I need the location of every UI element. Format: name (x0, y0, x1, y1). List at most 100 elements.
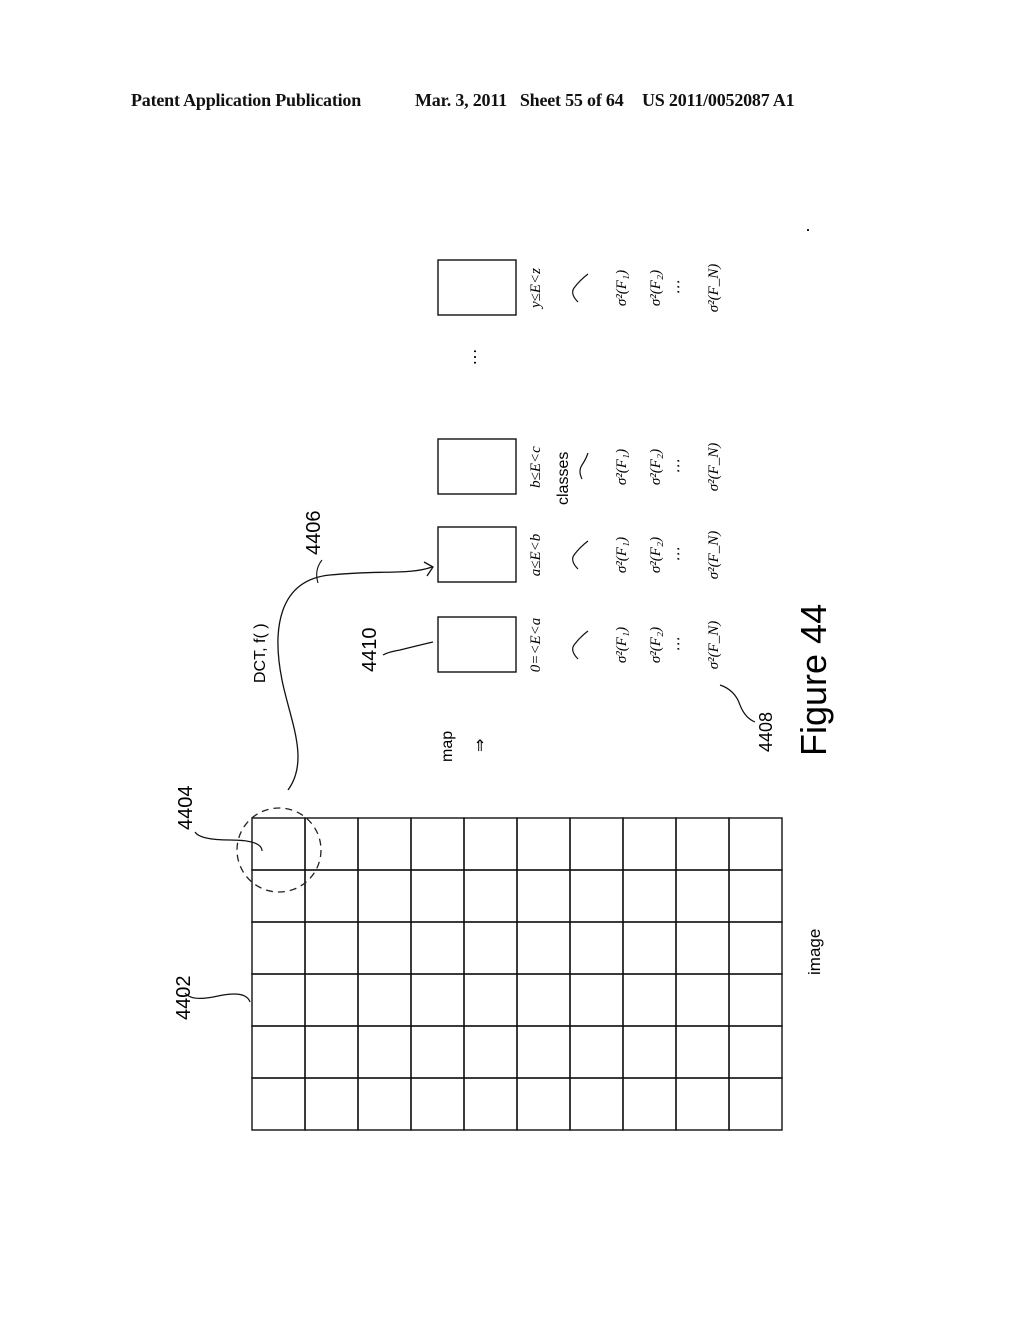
variance-item: σ²(F₁) (614, 270, 630, 306)
class-box (437, 438, 517, 495)
grid-block (357, 1077, 412, 1131)
grid-block (357, 817, 412, 871)
grid-block (675, 973, 730, 1027)
grid-block (728, 921, 783, 975)
class-range: 0=<E<a (528, 618, 544, 673)
variance-ellipsis: ⋯ (671, 281, 687, 296)
grid-block (410, 1025, 465, 1079)
figure-44-diagram: 4404 4402 image 4406 DCT, f( ) map ⇒ 441… (173, 229, 834, 1131)
grid-block (622, 869, 677, 923)
class-leader (572, 540, 589, 570)
class-leader (579, 452, 589, 480)
class-group: y≤E<z σ²(F₁) σ²(F₂) ⋯ σ²(F_N) (437, 259, 722, 316)
grid-block (410, 869, 465, 923)
grid-block (410, 921, 465, 975)
grid-block (516, 1077, 571, 1131)
grid-block (516, 1025, 571, 1079)
figure-title: Figure 44 (793, 604, 834, 756)
grid-block (516, 921, 571, 975)
grid-block (357, 869, 412, 923)
grid-block (516, 973, 571, 1027)
grid-block (410, 1077, 465, 1131)
variance-item: σ²(F₁) (614, 627, 630, 663)
class-group: 0=<E<a σ²(F₁) σ²(F₂) ⋯ σ²(F_N) (437, 616, 722, 673)
grid-block (569, 869, 624, 923)
map-arrow-icon: ⇒ (472, 739, 489, 752)
grid-block (728, 817, 783, 871)
grid-block (675, 1077, 730, 1131)
grid-block (251, 973, 306, 1027)
grid-block (463, 1077, 518, 1131)
leader-4410 (382, 641, 434, 656)
grid-block (410, 817, 465, 871)
grid-block (410, 973, 465, 1027)
variance-item: σ²(F₁) (614, 537, 630, 573)
grid-block (463, 869, 518, 923)
ref-4402: 4402 (173, 976, 195, 1021)
grid-block (622, 817, 677, 871)
grid-block (357, 973, 412, 1027)
grid-block (304, 921, 359, 975)
grid-block (463, 1025, 518, 1079)
variance-item: σ²(F_N) (706, 264, 722, 313)
variance-ellipsis: ⋯ (671, 460, 687, 475)
class-leader (572, 630, 589, 660)
grid-block (463, 817, 518, 871)
classes-label: classes (555, 452, 572, 505)
variance-item: σ²(F₂) (648, 537, 664, 573)
class-ellipsis: … (460, 348, 480, 366)
ref-4406: 4406 (303, 511, 325, 556)
grid-block (675, 869, 730, 923)
variance-item: σ²(F_N) (706, 443, 722, 492)
map-label: map (439, 731, 456, 762)
leader-4408 (719, 684, 756, 723)
grid-block (569, 921, 624, 975)
variance-item: σ²(F₁) (614, 449, 630, 485)
grid-block (463, 973, 518, 1027)
grid-block (516, 817, 571, 871)
grid-block (622, 973, 677, 1027)
class-box (437, 616, 517, 673)
ref-4404: 4404 (175, 786, 197, 831)
class-range: a≤E<b (528, 533, 544, 576)
grid-block (251, 921, 306, 975)
grid-block (569, 973, 624, 1027)
ref-4408: 4408 (756, 712, 776, 752)
grid-block (728, 973, 783, 1027)
grid-block (569, 817, 624, 871)
grid-block (728, 1077, 783, 1131)
variance-ellipsis: ⋯ (671, 548, 687, 563)
grid-block (675, 1025, 730, 1079)
leader-4406 (316, 559, 323, 584)
variance-item: σ²(F₂) (648, 627, 664, 663)
grid-block (569, 1025, 624, 1079)
grid-block (675, 921, 730, 975)
class-group: b≤E<c σ²(F₁) σ²(F₂) ⋯ σ²(F_N) (437, 438, 722, 495)
grid-block (728, 1025, 783, 1079)
transform-label: DCT, f( ) (252, 623, 269, 683)
image-label: image (805, 929, 824, 975)
grid-block (251, 1025, 306, 1079)
image-grid (251, 817, 783, 1131)
grid-block (357, 1025, 412, 1079)
block-highlight-circle (236, 807, 322, 893)
grid-block (304, 817, 359, 871)
class-box (437, 259, 517, 316)
class-leader (572, 273, 589, 303)
grid-block (251, 1077, 306, 1131)
grid-block (728, 869, 783, 923)
grid-block (304, 869, 359, 923)
grid-block (622, 1025, 677, 1079)
grid-block (569, 1077, 624, 1131)
variance-item: σ²(F_N) (706, 621, 722, 670)
grid-block (304, 973, 359, 1027)
grid-block (463, 921, 518, 975)
class-box (437, 526, 517, 583)
grid-block (304, 1025, 359, 1079)
ref-4410: 4410 (359, 628, 381, 673)
grid-block (251, 817, 306, 871)
grid-block (251, 869, 306, 923)
variance-ellipsis: ⋯ (671, 638, 687, 653)
class-range: y≤E<z (528, 268, 544, 310)
grid-block (304, 1077, 359, 1131)
